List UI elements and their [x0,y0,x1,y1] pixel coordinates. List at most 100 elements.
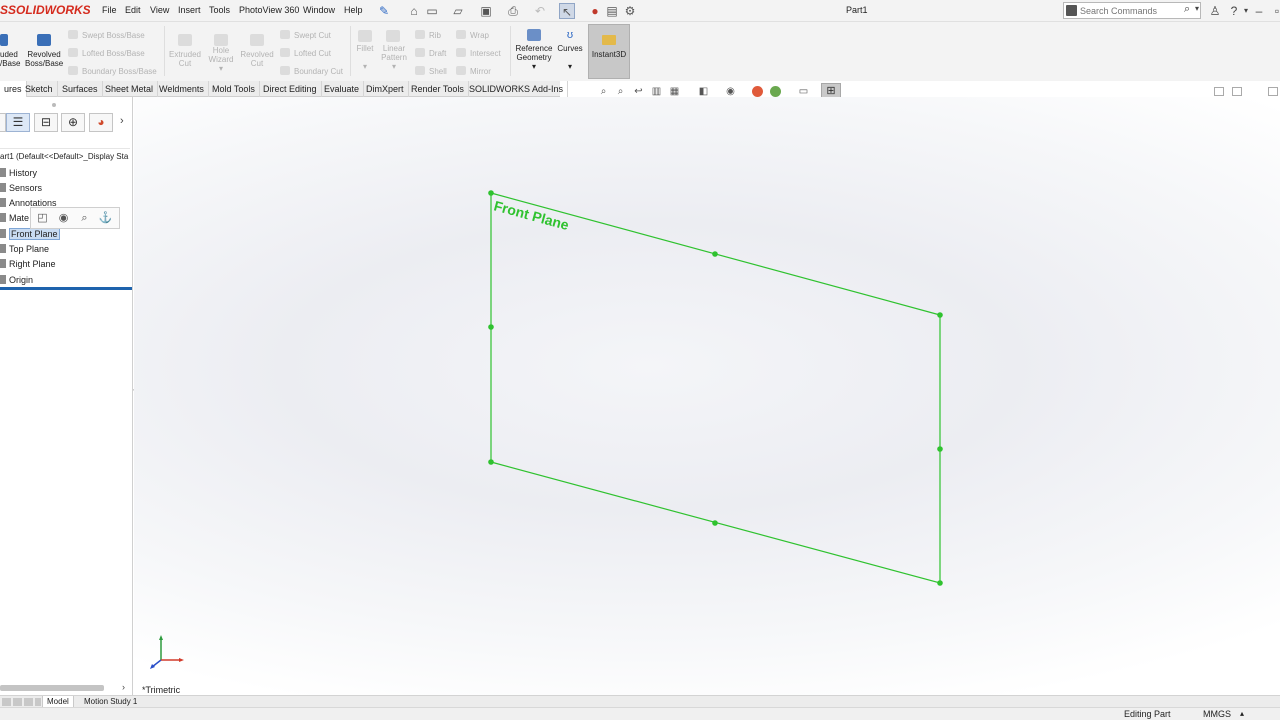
wrap-button[interactable]: Wrap [456,30,489,40]
menu-photoview[interactable]: PhotoView 360 [239,5,299,15]
solidworks-logo[interactable]: SSOLIDWORKS [0,3,90,19]
menu-tools[interactable]: Tools [209,5,230,15]
home-icon[interactable]: ⌂ [406,3,422,19]
graphics-area[interactable]: Front Plane [134,97,1280,695]
linear-pattern-button[interactable]: Linear Pattern ▾ [377,44,411,71]
plane-handle[interactable] [712,251,718,257]
search-commands-box[interactable]: ⌕ ▾ [1063,2,1201,19]
tab-render-tools[interactable]: Render Tools [407,81,469,97]
units-chevron-icon[interactable]: ▴ [1240,709,1244,718]
normal-to-icon[interactable]: ⌕ [77,211,92,226]
next-tab-icon[interactable] [24,698,33,706]
tab-surfaces[interactable]: Surfaces [58,81,103,97]
tab-dimxpert[interactable]: DimXpert [362,81,409,97]
plane-handle[interactable] [712,520,718,526]
plane-handle[interactable] [488,459,494,465]
instant3d-button[interactable]: Instant3D [588,24,630,79]
pin-icon[interactable]: ✎ [376,3,392,19]
propertymanager-icon[interactable]: ⊟ [34,113,58,132]
tree-root-part[interactable]: art1 (Default<<Default>_Display Sta [0,152,128,161]
extruded-cut-button[interactable]: Extruded Cut [167,50,203,68]
user-icon[interactable]: ♙ [1208,3,1222,19]
tab-direct-editing[interactable]: Direct Editing [259,81,322,97]
mirror-button[interactable]: Mirror [456,66,491,76]
minimize-icon[interactable]: – [1252,3,1266,19]
panel-grip[interactable] [52,103,56,107]
fillet-button[interactable]: Fillet ▾ [352,44,378,71]
scroll-right-icon[interactable]: › [122,682,125,692]
swept-cut-button[interactable]: Swept Cut [280,30,331,40]
prev-tab-icon[interactable] [13,698,22,706]
tree-item-history[interactable]: History [0,166,37,180]
hole-wizard-button[interactable]: Hole Wizard ▾ [203,46,239,73]
menu-window[interactable]: Window [303,5,335,15]
select-arrow-icon[interactable]: ↖ [559,3,575,19]
help-chevron-icon[interactable]: ▾ [1239,3,1253,19]
new-document-icon[interactable]: ▭ [424,3,440,19]
search-icon[interactable]: ⌕ [1184,3,1190,16]
revolved-cut-button[interactable]: Revolved Cut [238,50,276,68]
shell-button[interactable]: Shell [415,66,447,76]
lofted-cut-button[interactable]: Lofted Cut [280,48,331,58]
options-gear-icon[interactable]: ⚙ [622,3,638,19]
display-manager-icon[interactable]: ◕ [89,113,113,132]
print-icon[interactable]: ⎙ [505,3,521,19]
rib-button[interactable]: Rib [415,30,441,40]
show-hide-eye-icon[interactable]: ◉ [56,211,71,226]
menu-view[interactable]: View [150,5,169,15]
first-tab-icon[interactable] [2,698,11,706]
tab-solidworks-add-ins[interactable]: SOLIDWORKS Add-Ins [465,81,569,97]
search-input[interactable] [1080,4,1184,17]
plane-handle[interactable] [937,446,943,452]
tree-item-sensors[interactable]: Sensors [0,181,42,195]
restore-icon[interactable]: ▫ [1270,3,1280,19]
undo-icon[interactable]: ↶ [532,3,548,19]
viewport-tile-icon[interactable] [1232,87,1242,96]
tab-sketch[interactable]: Sketch [21,81,58,97]
boundary-boss-button[interactable]: Boundary Boss/Base [68,66,157,76]
front-plane-graphic[interactable]: Front Plane [134,97,1280,695]
curves-button[interactable]: Curves ▾ [556,44,584,71]
reference-geometry-button[interactable]: Reference Geometry ▾ [513,44,555,71]
lofted-boss-button[interactable]: Lofted Boss/Base [68,48,145,58]
scrollbar-thumb[interactable] [0,685,104,691]
configurationmanager-icon[interactable]: ⊕ [61,113,85,132]
menu-help[interactable]: Help [344,5,363,15]
chevron-right-icon[interactable]: › [120,115,124,127]
boundary-cut-button[interactable]: Boundary Cut [280,66,343,76]
draft-button[interactable]: Draft [415,48,446,58]
intersect-button[interactable]: Intersect [456,48,501,58]
revolved-boss-button[interactable]: Revolved Boss/Base [25,50,63,68]
chevron-down-icon[interactable]: ▾ [1195,4,1199,13]
tab-sheet-metal[interactable]: Sheet Metal [101,81,159,97]
file-properties-icon[interactable]: ▤ [604,3,620,19]
tree-horizontal-scrollbar[interactable]: › [0,682,133,693]
featuremanager-tree-icon[interactable]: ☰ [6,113,30,132]
plane-handle[interactable] [937,312,943,318]
apply-scene-icon[interactable] [770,86,781,97]
sketch-icon[interactable]: ◰ [35,211,50,226]
swept-boss-button[interactable]: Swept Boss/Base [68,30,145,40]
plane-handle[interactable] [937,580,943,586]
last-tab-icon[interactable] [35,698,41,706]
edit-appearance-icon[interactable] [752,86,763,97]
anchor-icon[interactable]: ⚓ [98,211,113,226]
tree-item-material[interactable]: Mate [0,211,29,225]
menu-file[interactable]: File [102,5,117,15]
search-scope-icon[interactable] [1066,5,1077,16]
viewport-single-icon[interactable] [1214,87,1224,96]
menu-insert[interactable]: Insert [178,5,201,15]
extruded-boss-button[interactable]: uded/Base [0,50,20,68]
tree-item-origin[interactable]: Origin [0,273,33,287]
tree-item-right-plane[interactable]: Right Plane [0,257,56,271]
plane-handle[interactable] [488,190,494,196]
rebuild-icon[interactable]: ● [587,3,603,19]
tab-weldments[interactable]: Weldments [155,81,209,97]
save-icon[interactable]: ▣ [478,3,494,19]
tree-item-top-plane[interactable]: Top Plane [0,242,49,256]
viewport-maximize-icon[interactable] [1268,87,1278,96]
unit-system-selector[interactable]: MMGS [1203,709,1231,719]
rollback-bar[interactable] [0,287,132,290]
tree-item-front-plane[interactable]: Front Plane [0,227,60,241]
tree-filter-area[interactable] [0,138,130,149]
